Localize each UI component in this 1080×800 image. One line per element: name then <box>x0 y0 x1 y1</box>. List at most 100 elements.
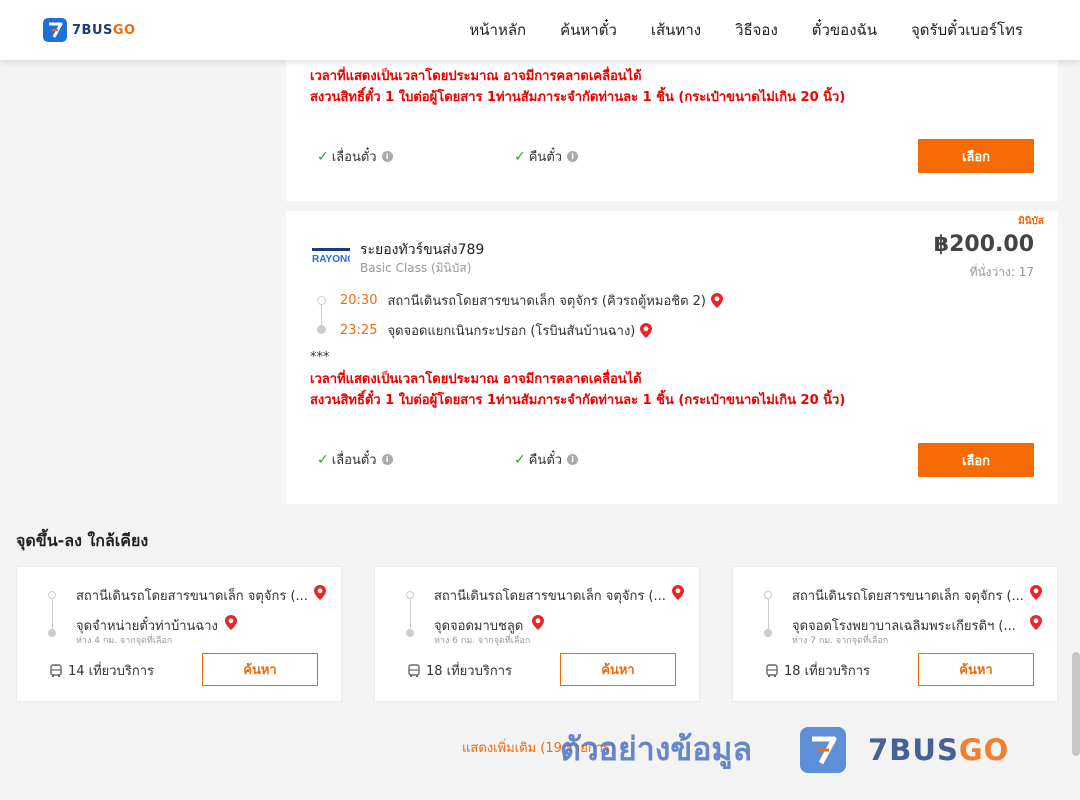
map-pin-icon[interactable] <box>1030 615 1042 630</box>
feature-label: คืนตั๋ว <box>528 150 563 165</box>
logo-text-b: GO <box>112 22 136 38</box>
nearby-card: สถานีเดินรถโดยสารขนาดเล็ก จตุจักร (... จ… <box>374 566 700 702</box>
logo-text: 7BUSGO <box>72 23 136 38</box>
check-icon: ✓ <box>317 148 329 165</box>
nearby-card: สถานีเดินรถโดยสารขนาดเล็ก จตุจักร (... จ… <box>732 566 1058 702</box>
feature-label: เลื่อนตั๋ว <box>331 150 377 165</box>
site-logo[interactable]: 7BUSGO <box>43 18 136 42</box>
map-pin-icon[interactable] <box>532 615 544 630</box>
feature-reschedule: ✓ เลื่อนตั๋ว i <box>317 146 393 167</box>
nearby-distance: ห่าง 7 กม. จากจุดที่เลือก <box>792 636 889 646</box>
bus-class: Basic Class (มินิบัส) <box>360 261 472 275</box>
nearby-card: สถานีเดินรถโดยสารขนาดเล็ก จตุจักร (... จ… <box>16 566 342 702</box>
info-icon[interactable]: i <box>381 454 393 465</box>
check-icon: ✓ <box>317 451 329 468</box>
timeline-line <box>768 599 769 629</box>
bus-icon <box>50 663 62 677</box>
nav-home[interactable]: หน้าหลัก <box>469 18 526 42</box>
check-icon: ✓ <box>514 148 526 165</box>
logo-text-a: 7BUS <box>72 22 113 38</box>
nearby-search-button[interactable]: ค้นหา <box>918 653 1034 686</box>
nav-how-to-book[interactable]: วิธีจอง <box>735 18 778 42</box>
feature-label: คืนตั๋ว <box>528 453 563 468</box>
bus-icon <box>766 663 778 677</box>
departure-time: 20:30 <box>340 293 378 308</box>
nav-search-ticket[interactable]: ค้นหาตั๋ว <box>560 18 617 42</box>
ticket-price: ฿200.00 <box>933 232 1034 257</box>
timeline-end-dot <box>48 629 56 637</box>
feature-label: เลื่อนตั๋ว <box>331 453 377 468</box>
nearby-trips: 18 เที่ยวบริการ <box>765 660 870 681</box>
bus-icon <box>408 663 420 677</box>
map-pin-icon[interactable] <box>640 323 653 338</box>
feature-refund: ✓ คืนตั๋ว i <box>514 449 579 470</box>
map-pin-icon[interactable] <box>1030 585 1042 600</box>
arrival-place: จุดจอดแยกเนินกระปรอก (โรบินสันบ้านฉาง) <box>387 324 636 339</box>
trips-count: 18 เที่ยวบริการ <box>426 664 512 679</box>
notice-line: เวลาที่แสดงเป็นเวลาโดยประมาณ อาจมีการคลา… <box>310 69 642 84</box>
nearby-distance: ห่าง 6 กม. จากจุดที่เลือก <box>434 636 531 646</box>
nearby-distance: ห่าง 4 กม. จากจุดที่เลือก <box>76 636 173 646</box>
nav-routes[interactable]: เส้นทาง <box>651 18 701 42</box>
timeline-end-dot <box>317 325 326 334</box>
sample-watermark: ตัวอย่างข้อมูล 7BUSGO <box>560 724 1009 775</box>
top-header: 7BUSGO หน้าหลัก ค้นหาตั๋ว เส้นทาง วิธีจอ… <box>0 0 1080 60</box>
timeline-start-dot <box>764 591 772 599</box>
nearby-trips: 14 เที่ยวบริการ <box>49 660 154 681</box>
trips-count: 14 เที่ยวบริการ <box>68 664 154 679</box>
watermark-brand-a: 7BUS <box>868 732 959 767</box>
nearby-search-button[interactable]: ค้นหา <box>560 653 676 686</box>
trips-count: 18 เที่ยวบริการ <box>784 664 870 679</box>
feature-refund: ✓ คืนตั๋ว i <box>514 146 579 167</box>
nav-my-tickets[interactable]: ตั๋วของฉัน <box>812 18 877 42</box>
arrival-stop: 23:25 จุดจอดแยกเนินกระปรอก (โรบินสันบ้าน… <box>340 320 653 341</box>
info-icon[interactable]: i <box>381 151 393 162</box>
timeline-end-dot <box>406 629 414 637</box>
watermark-brand: 7BUSGO <box>868 733 1009 767</box>
timeline-start-dot <box>406 591 414 599</box>
notice-line: สงวนสิทธิ์ตั๋ว 1 ใบต่อผู้โดยสาร 1ท่านสัม… <box>310 90 846 105</box>
map-pin-icon[interactable] <box>672 585 684 600</box>
nearby-from: สถานีเดินรถโดยสารขนาดเล็ก จตุจักร (... <box>792 589 1024 604</box>
notice-line: สงวนสิทธิ์ตั๋ว 1 ใบต่อผู้โดยสาร 1ท่านสัม… <box>310 393 846 408</box>
info-icon[interactable]: i <box>567 454 579 465</box>
map-pin-icon[interactable] <box>225 615 237 630</box>
timeline-line <box>52 599 53 629</box>
watermark-logo-icon <box>800 726 847 773</box>
arrival-time: 23:25 <box>340 323 378 338</box>
departure-stop: 20:30 สถานีเดินรถโดยสารขนาดเล็ก จตุจักร … <box>340 290 723 311</box>
nearby-search-button[interactable]: ค้นหา <box>202 653 318 686</box>
select-trip-button[interactable]: เลือก <box>918 139 1034 173</box>
trip-notice: เวลาที่แสดงเป็นเวลาโดยประมาณ อาจมีการคลา… <box>310 369 845 411</box>
operator-logo-text: RAYONG <box>312 254 350 264</box>
main-nav: หน้าหลัก ค้นหาตั๋ว เส้นทาง วิธีจอง ตั๋วข… <box>435 0 1023 60</box>
nearby-trips: 18 เที่ยวบริการ <box>407 660 512 681</box>
watermark-brand-b: GO <box>958 732 1010 767</box>
page-scrollbar[interactable] <box>1072 652 1080 756</box>
notice-line: เวลาที่แสดงเป็นเวลาโดยประมาณ อาจมีการคลา… <box>310 372 642 387</box>
check-icon: ✓ <box>514 451 526 468</box>
nearby-from: สถานีเดินรถโดยสารขนาดเล็ก จตุจักร (... <box>434 589 666 604</box>
timeline-start-dot <box>48 591 56 599</box>
operator-logo-icon: RAYONG <box>312 248 350 264</box>
trip-card: เวลาที่แสดงเป็นเวลาโดยประมาณ อาจมีการคลา… <box>286 60 1058 201</box>
timeline-line <box>410 599 411 629</box>
seats-available: ที่นั่งว่าง: 17 <box>969 265 1034 279</box>
timeline-line <box>321 305 322 325</box>
map-pin-icon[interactable] <box>314 585 326 600</box>
operator-name: ระยองทัวร์ขนส่ง789 <box>360 242 485 258</box>
watermark-text: ตัวอย่างข้อมูล <box>560 730 753 768</box>
nearby-section-title: จุดขึ้น-ลง ใกล้เคียง <box>16 531 149 550</box>
bus-type-badge: มินิบัส <box>1018 216 1044 227</box>
select-trip-button[interactable]: เลือก <box>918 443 1034 477</box>
timeline-start-dot <box>317 296 326 305</box>
feature-reschedule: ✓ เลื่อนตั๋ว i <box>317 449 393 470</box>
nav-ticket-points[interactable]: จุดรับตั๋วเบอร์โทร <box>911 18 1023 42</box>
note-stars: *** <box>310 350 330 365</box>
trip-notice: เวลาที่แสดงเป็นเวลาโดยประมาณ อาจมีการคลา… <box>310 66 845 108</box>
nearby-from: สถานีเดินรถโดยสารขนาดเล็ก จตุจักร (... <box>76 589 308 604</box>
logo-mark-icon <box>43 18 67 42</box>
info-icon[interactable]: i <box>567 151 579 162</box>
trip-card: มินิบัส RAYONG ระยองทัวร์ขนส่ง789 Basic … <box>286 211 1058 504</box>
map-pin-icon[interactable] <box>711 293 723 308</box>
